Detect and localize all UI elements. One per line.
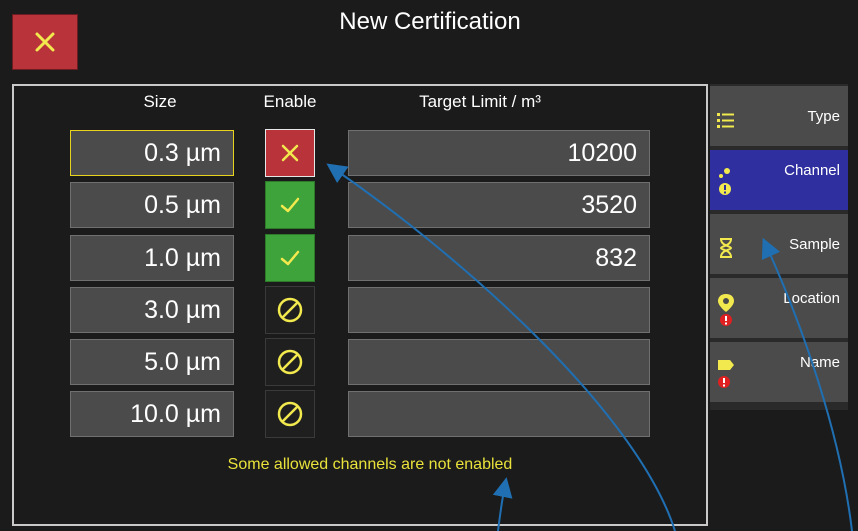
target-field-0-3[interactable]: 10200 <box>348 130 650 176</box>
page-title: New Certification <box>339 8 521 35</box>
not-allowed-icon <box>277 401 303 427</box>
checkmark-icon <box>280 250 300 266</box>
target-field-3-0[interactable] <box>348 287 650 333</box>
list-icon <box>717 113 734 128</box>
enable-toggle-0-5[interactable] <box>265 181 315 229</box>
channel-icon <box>719 168 731 195</box>
target-column-header: Target Limit / m³ <box>419 92 541 111</box>
size-field-0-5[interactable]: 0.5 µm <box>70 182 234 228</box>
not-allowed-icon <box>277 349 303 375</box>
certification-screen: New Certification Size Enable Target Lim… <box>0 0 858 531</box>
location-pin-icon <box>718 294 734 326</box>
sidebar-item-label: Name <box>799 354 840 371</box>
checkmark-icon <box>280 197 300 213</box>
sidebar-item-sample[interactable]: Sample <box>710 214 848 276</box>
warning-message: Some allowed channels are not enabled <box>227 456 513 473</box>
enable-column-header: Enable <box>263 92 317 111</box>
not-allowed-icon <box>277 297 303 323</box>
size-column-header: Size <box>143 92 177 111</box>
sidebar-item-name[interactable]: Name <box>710 342 848 404</box>
disabled-x-icon <box>281 144 299 162</box>
tag-icon <box>718 360 734 388</box>
sidebar-item-label: Channel <box>784 162 840 179</box>
enable-toggle-1-0[interactable] <box>265 234 315 282</box>
sidebar-item-label: Sample <box>789 236 840 253</box>
sidebar-item-location[interactable]: Location <box>710 278 848 340</box>
sidebar-item-label: Location <box>783 290 840 307</box>
size-field-5-0[interactable]: 5.0 µm <box>70 339 234 385</box>
target-field-1-0[interactable]: 832 <box>348 235 650 281</box>
size-field-3-0[interactable]: 3.0 µm <box>70 287 234 333</box>
sidebar-item-channel[interactable]: Channel <box>710 150 848 212</box>
size-field-10-0[interactable]: 10.0 µm <box>70 391 234 437</box>
target-field-5-0[interactable] <box>348 339 650 385</box>
target-field-0-5[interactable]: 3520 <box>348 182 650 228</box>
target-field-10-0[interactable] <box>348 391 650 437</box>
close-icon <box>35 32 55 52</box>
close-button[interactable] <box>12 14 78 70</box>
enable-toggle-0-3[interactable] <box>265 129 315 177</box>
enable-toggle-5-0[interactable] <box>265 338 315 386</box>
enable-toggle-10-0[interactable] <box>265 390 315 438</box>
enable-toggle-3-0[interactable] <box>265 286 315 334</box>
sidebar-item-type[interactable]: Type <box>710 86 848 148</box>
size-field-0-3[interactable]: 0.3 µm <box>70 130 234 176</box>
hourglass-icon <box>719 238 733 258</box>
sidebar-item-label: Type <box>807 108 840 125</box>
size-field-1-0[interactable]: 1.0 µm <box>70 235 234 281</box>
